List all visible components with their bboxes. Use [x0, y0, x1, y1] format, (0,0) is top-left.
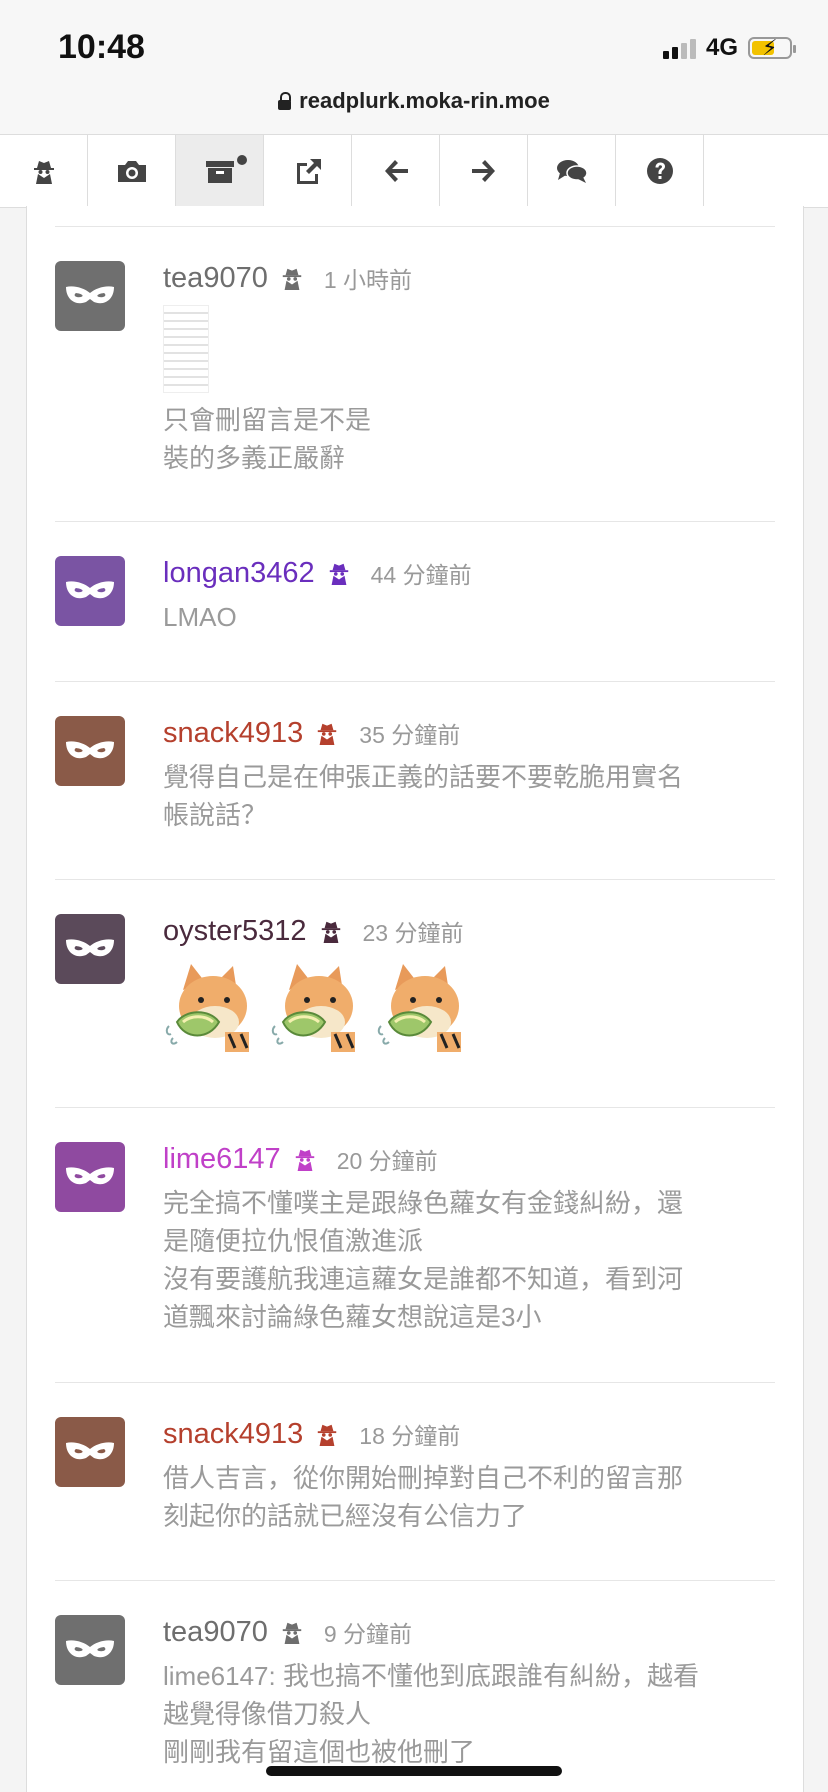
forward-button[interactable] — [440, 135, 528, 207]
timestamp: 44 分鐘前 — [370, 562, 472, 588]
anonymous-button[interactable] — [0, 135, 88, 207]
lock-icon — [278, 92, 292, 110]
comment-text: 借人吉言，從你開始刪掉對自己不利的留言那 刻起你的話就已經沒有公信力了 — [163, 1463, 684, 1531]
list-item: snack4913 18 分鐘前 借人吉言，從你開始刪掉對自己不利的留言那 刻起… — [55, 1382, 775, 1580]
emote-row — [163, 960, 775, 1052]
back-button[interactable] — [352, 135, 440, 207]
comment-text: lime6147: 我也搞不懂他到底跟誰有糾紛，越看 越覺得像借刀殺人 剛剛我有… — [163, 1661, 699, 1767]
anonymous-spy-icon — [282, 268, 302, 290]
list-item: oyster5312 23 分鐘前 — [55, 879, 775, 1107]
anonymous-spy-icon — [295, 1149, 314, 1171]
mask-icon — [66, 1640, 114, 1658]
anonymous-spy-icon — [318, 723, 337, 745]
mask-icon — [66, 581, 114, 599]
arrow-left-icon — [384, 160, 408, 182]
notification-dot — [237, 155, 247, 165]
network-label: 4G — [705, 34, 738, 61]
list-item: snack4913 35 分鐘前 覺得自己是在伸張正義的話要不要乾脆用實名 帳說… — [55, 681, 775, 879]
signal-icon — [662, 37, 696, 59]
username[interactable]: snack4913 — [163, 717, 303, 750]
fox-eating-melon-emote[interactable] — [269, 960, 363, 1052]
avatar[interactable] — [55, 1142, 125, 1212]
archive-box-icon — [205, 161, 234, 183]
battery-icon: ⚡ — [748, 35, 796, 60]
mask-icon — [66, 286, 114, 304]
anonymous-spy-icon — [282, 1622, 302, 1644]
address-bar[interactable]: readplurk.moka-rin.moe — [0, 80, 828, 134]
mask-icon — [66, 1442, 114, 1460]
list-item: tea9070 9 分鐘前 lime6147: 我也搞不懂他到底跟誰有糾紛，越看… — [55, 1580, 775, 1780]
comment-text: LMAO — [163, 602, 237, 632]
help-icon — [646, 158, 673, 184]
comment-text: 只會刪留言是不是 裝的多義正嚴辭 — [163, 405, 372, 473]
list-item: tea9070 1 小時前 只會刪留言是不是 裝的多義正嚴辭 — [55, 226, 775, 521]
clock: 10:48 — [58, 28, 145, 66]
archive-button[interactable] — [176, 135, 264, 207]
comment-text: 覺得自己是在伸張正義的話要不要乾脆用實名 帳說話？ — [163, 762, 684, 830]
username[interactable]: oyster5312 — [163, 915, 307, 948]
anonymous-spy-icon — [318, 1424, 337, 1446]
timestamp: 18 分鐘前 — [359, 1423, 461, 1449]
username[interactable]: tea9070 — [163, 1616, 268, 1649]
help-button[interactable] — [616, 135, 704, 207]
chat-bubbles-icon — [556, 160, 588, 183]
comment-list: tea9070 1 小時前 只會刪留言是不是 裝的多義正嚴辭 longan346… — [55, 226, 775, 1780]
timestamp: 20 分鐘前 — [336, 1148, 438, 1174]
camera-icon — [117, 161, 146, 182]
timestamp: 23 分鐘前 — [362, 920, 464, 946]
image-thumbnail[interactable] — [163, 305, 209, 393]
avatar[interactable] — [55, 716, 125, 786]
avatar[interactable] — [55, 1417, 125, 1487]
status-indicators: 4G ⚡ — [662, 34, 796, 62]
camera-button[interactable] — [88, 135, 176, 207]
avatar[interactable] — [55, 261, 125, 331]
arrow-right-icon — [471, 160, 495, 182]
avatar[interactable] — [55, 556, 125, 626]
list-item: longan3462 44 分鐘前 LMAO — [55, 521, 775, 681]
status-bar: 10:48 4G ⚡ — [0, 0, 828, 80]
avatar[interactable] — [55, 1615, 125, 1685]
anonymous-spy-icon — [321, 921, 340, 943]
anonymous-spy-icon — [33, 161, 54, 184]
comment-text: 完全搞不懂噗主是跟綠色蘿女有金錢糾紛，還 是隨便拉仇恨值激進派 沒有要護航我連這… — [163, 1188, 684, 1332]
mask-icon — [66, 741, 114, 759]
timestamp: 35 分鐘前 — [359, 722, 461, 748]
open-external-button[interactable] — [264, 135, 352, 207]
fox-eating-melon-emote[interactable] — [375, 960, 469, 1052]
external-link-icon — [296, 159, 321, 184]
timestamp: 9 分鐘前 — [323, 1621, 413, 1647]
mask-icon — [66, 1167, 114, 1185]
mask-icon — [66, 939, 114, 957]
url-text[interactable]: readplurk.moka-rin.moe — [299, 88, 550, 114]
fox-eating-melon-emote[interactable] — [163, 960, 257, 1052]
comments-button[interactable] — [528, 135, 616, 207]
home-indicator[interactable] — [266, 1766, 562, 1776]
avatar[interactable] — [55, 914, 125, 984]
plurk-page: tea9070 1 小時前 只會刪留言是不是 裝的多義正嚴辭 longan346… — [26, 206, 804, 1792]
username[interactable]: longan3462 — [163, 557, 315, 590]
username[interactable]: lime6147 — [163, 1143, 281, 1176]
username[interactable]: tea9070 — [163, 262, 268, 295]
list-item: lime6147 20 分鐘前 完全搞不懂噗主是跟綠色蘿女有金錢糾紛，還 是隨便… — [55, 1107, 775, 1382]
timestamp: 1 小時前 — [323, 267, 413, 293]
username[interactable]: snack4913 — [163, 1418, 303, 1451]
toolbar — [0, 134, 828, 208]
anonymous-spy-icon — [329, 563, 348, 585]
